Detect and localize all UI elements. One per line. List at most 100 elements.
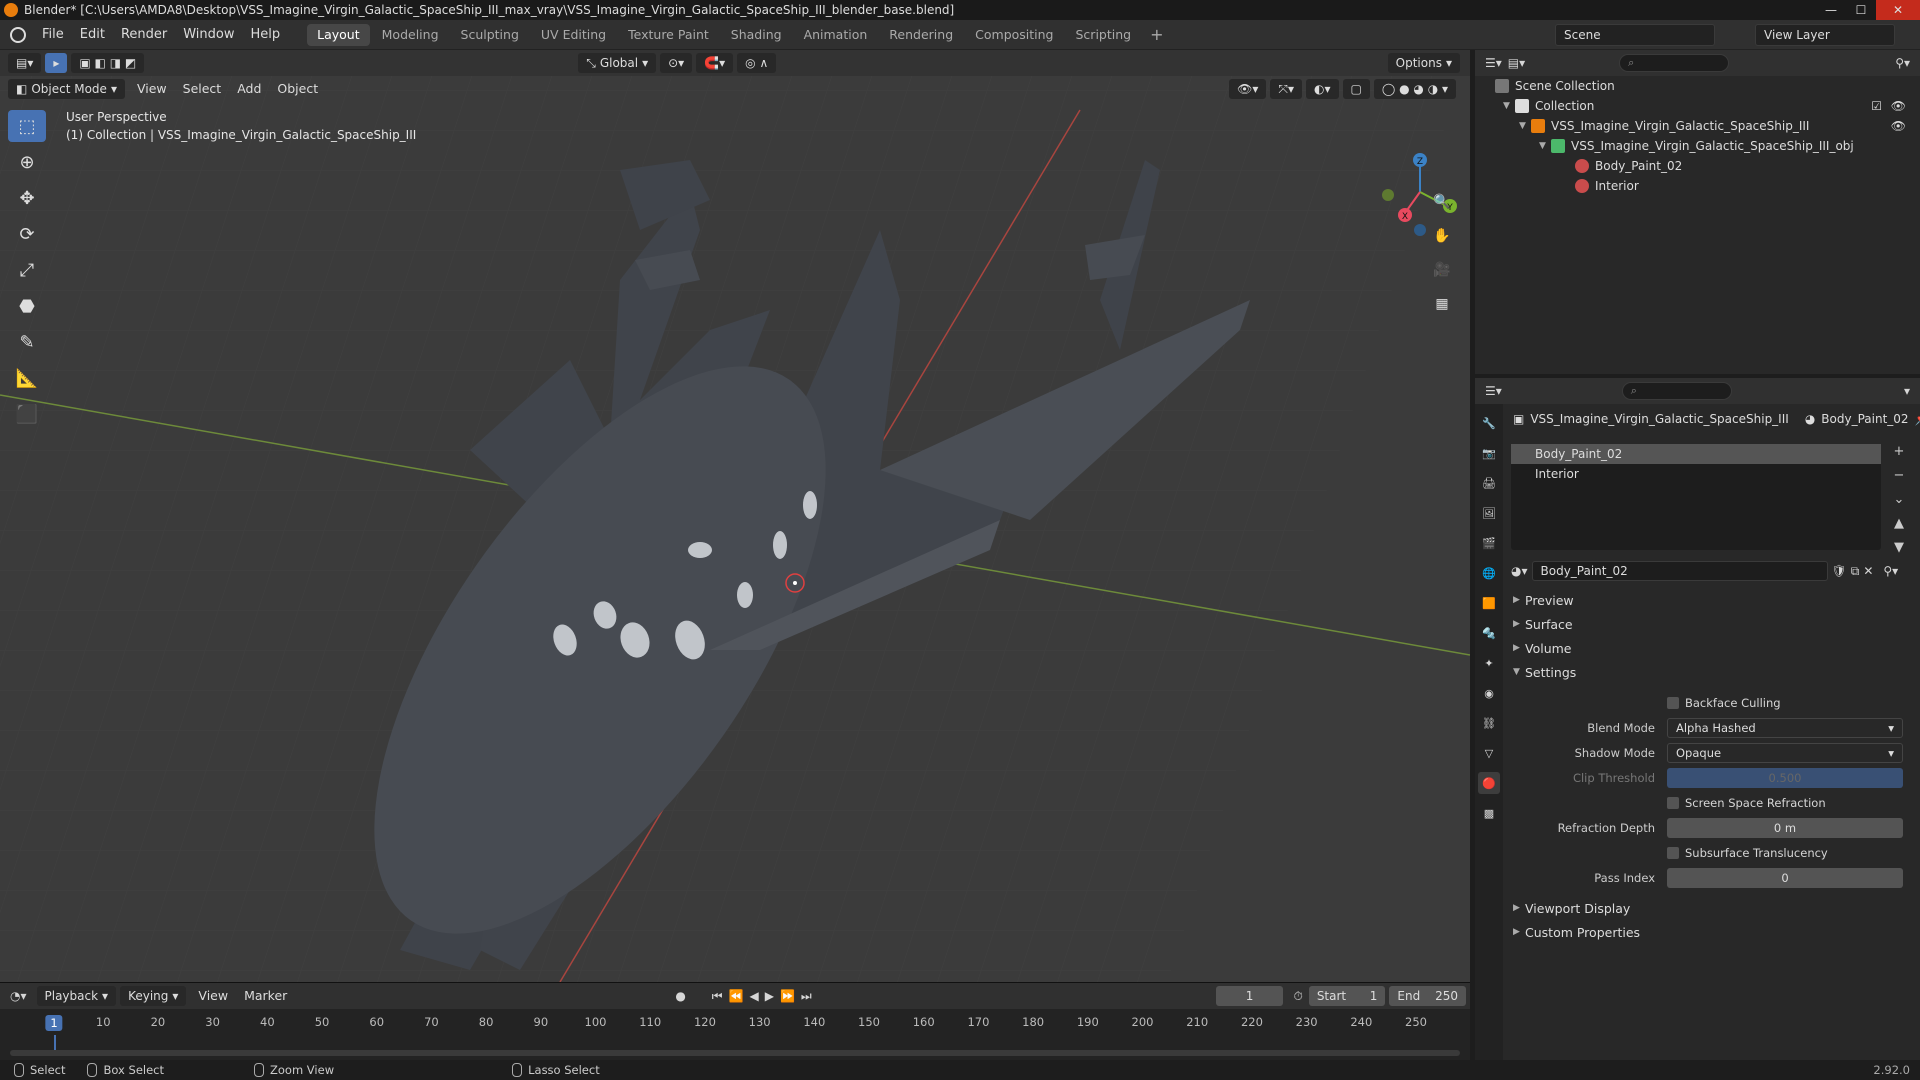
- add-slot-button[interactable]: +: [1889, 444, 1909, 464]
- fake-user-icon[interactable]: 🛡: [1832, 564, 1847, 578]
- clock-icon[interactable]: ⏱: [1293, 989, 1302, 1004]
- tab-uv-editing[interactable]: UV Editing: [531, 24, 616, 46]
- cursor-tool-icon[interactable]: ⊕: [8, 146, 46, 178]
- collection-visibility-icon[interactable]: 👁: [1891, 99, 1906, 113]
- tab-sculpting[interactable]: Sculpting: [451, 24, 529, 46]
- material-slot-item[interactable]: Body_Paint_02: [1511, 444, 1881, 464]
- object-tab-icon[interactable]: 🟧: [1478, 592, 1500, 614]
- shading-mode-icons[interactable]: ◯ ● ◕ ◑ ▾: [1373, 79, 1456, 99]
- viewport-menu-add[interactable]: Add: [229, 76, 269, 102]
- ssr-checkbox[interactable]: [1667, 796, 1679, 809]
- properties-search-input[interactable]: ⌕: [1621, 382, 1732, 400]
- move-slot-up-button[interactable]: ▲: [1889, 516, 1909, 536]
- timeline-ruler[interactable]: 1 10 20 30 40 50 60 70 80 90 100 110 120 130 140 150 16…: [0, 1015, 1470, 1035]
- scene-selector[interactable]: Scene: [1555, 24, 1715, 46]
- remove-slot-button[interactable]: −: [1889, 468, 1909, 488]
- outliner-item-material-body[interactable]: Body_Paint_02: [1475, 156, 1920, 176]
- visibility-icon[interactable]: 👁▾: [1229, 79, 1267, 99]
- texture-tab-icon[interactable]: ▩: [1478, 802, 1500, 824]
- timeline-editor-type-icon[interactable]: ◔▾: [10, 989, 27, 1003]
- playback-controls[interactable]: ⏮⏪◀▶⏩⏭: [712, 989, 818, 1004]
- move-tool-icon[interactable]: ✥: [8, 182, 46, 214]
- backface-culling-checkbox[interactable]: [1667, 696, 1679, 709]
- panel-custom-properties[interactable]: ▶ Custom Properties: [1505, 920, 1920, 944]
- unlink-material-icon[interactable]: ✕: [1863, 564, 1873, 578]
- physics-tab-icon[interactable]: ◉: [1478, 682, 1500, 704]
- world-tab-icon[interactable]: 🌐: [1478, 562, 1500, 584]
- pan-hand-icon[interactable]: ✋: [1430, 224, 1454, 248]
- gizmo-toggle-icon[interactable]: ⤧▾: [1270, 79, 1303, 99]
- move-slot-down-button[interactable]: ▼: [1889, 540, 1909, 560]
- maximize-button[interactable]: ☐: [1846, 0, 1876, 20]
- refraction-depth-field[interactable]: 0 m: [1667, 817, 1903, 838]
- menu-help[interactable]: Help: [243, 20, 289, 50]
- panel-surface[interactable]: ▶ Surface: [1505, 612, 1920, 636]
- output-tab-icon[interactable]: 🖨: [1478, 472, 1500, 494]
- properties-options-icon[interactable]: ▾: [1904, 384, 1910, 398]
- tab-layout[interactable]: Layout: [307, 23, 370, 46]
- outliner-search-input[interactable]: ⌕: [1619, 54, 1730, 72]
- minimize-button[interactable]: —: [1816, 0, 1846, 20]
- panel-viewport-display[interactable]: ▶ Viewport Display: [1505, 896, 1920, 920]
- camera-view-icon[interactable]: 🎥: [1430, 258, 1454, 282]
- tab-animation[interactable]: Animation: [794, 24, 878, 46]
- outliner-editor-type-icon[interactable]: ☰▾: [1485, 56, 1502, 70]
- scale-tool-icon[interactable]: ⤢: [8, 254, 46, 286]
- render-tab-icon[interactable]: 📷: [1478, 442, 1500, 464]
- transform-tool-icon[interactable]: ⬣: [8, 290, 46, 322]
- outliner-item-object[interactable]: ▼ VSS_Imagine_Virgin_Galactic_SpaceShip_…: [1475, 116, 1920, 136]
- menu-file[interactable]: File: [34, 20, 72, 50]
- close-window-button[interactable]: ✕: [1876, 0, 1920, 20]
- tab-scripting[interactable]: Scripting: [1066, 24, 1142, 46]
- pass-index-field[interactable]: 0: [1667, 867, 1903, 888]
- timeline-menu-marker[interactable]: Marker: [236, 983, 295, 1009]
- panel-settings[interactable]: ▼ Settings: [1505, 660, 1920, 684]
- material-name-field[interactable]: Body_Paint_02: [1531, 561, 1828, 581]
- viewport-menu-object[interactable]: Object: [269, 76, 326, 102]
- browse-material-icon[interactable]: ◕▾: [1511, 564, 1528, 578]
- collection-checkbox-icon[interactable]: ☑: [1871, 99, 1882, 113]
- overlays-icon[interactable]: ◐▾: [1306, 79, 1339, 99]
- constraints-tab-icon[interactable]: ⛓: [1478, 712, 1500, 734]
- expand-arrow-icon[interactable]: ▼: [1519, 121, 1531, 131]
- auto-keying-icon[interactable]: ●: [675, 989, 685, 1003]
- snapping-icon[interactable]: 🧲▾: [696, 53, 734, 73]
- panel-preview[interactable]: ▶ Preview: [1505, 588, 1920, 612]
- tool-tab-icon[interactable]: 🔧: [1478, 412, 1500, 434]
- pin-icon[interactable]: 📌: [1915, 412, 1920, 426]
- filter-icon[interactable]: ⚲▾: [1895, 56, 1910, 70]
- tab-modeling[interactable]: Modeling: [372, 24, 449, 46]
- perspective-toggle-icon[interactable]: ▦: [1430, 292, 1454, 316]
- shadow-mode-dropdown[interactable]: Opaque ▾: [1667, 742, 1903, 763]
- particles-tab-icon[interactable]: ✦: [1478, 652, 1500, 674]
- duplicate-material-icon[interactable]: ⧉: [1851, 564, 1860, 579]
- outliner-scene-collection[interactable]: Scene Collection: [1475, 76, 1920, 96]
- keying-dropdown[interactable]: Keying ▾: [120, 986, 187, 1006]
- material-link-icon[interactable]: ⚲▾: [1883, 564, 1898, 578]
- clip-threshold-slider[interactable]: 0.500: [1667, 767, 1903, 788]
- timeline-menu-view[interactable]: View: [190, 983, 236, 1009]
- menu-render[interactable]: Render: [113, 20, 175, 50]
- add-workspace-icon[interactable]: +: [1142, 25, 1171, 44]
- subsurface-checkbox[interactable]: [1667, 846, 1679, 859]
- viewport-menu-select[interactable]: Select: [175, 76, 230, 102]
- timeline-scrollbar[interactable]: [10, 1050, 1460, 1056]
- expand-arrow-icon[interactable]: ▼: [1539, 141, 1551, 151]
- 3d-viewport[interactable]: Z Y X ▤▾ ▸ ▣ ◧ ◨ ◩ ⤡ Global ▾ ⊙▾ 🧲▾ ◎ ∧ …: [0, 50, 1470, 982]
- view-layer-selector[interactable]: View Layer: [1755, 24, 1895, 46]
- object-visibility-icon[interactable]: 👁: [1891, 119, 1906, 133]
- current-frame-field[interactable]: 1: [1215, 986, 1284, 1006]
- tab-compositing[interactable]: Compositing: [965, 24, 1063, 46]
- select-box-tool-icon[interactable]: ⬚: [8, 110, 46, 142]
- end-frame-field[interactable]: End 250: [1389, 986, 1466, 1006]
- playback-dropdown[interactable]: Playback ▾: [36, 986, 117, 1006]
- outliner-item-material-interior[interactable]: Interior: [1475, 176, 1920, 196]
- blender-logo-icon[interactable]: [10, 26, 26, 43]
- material-tab-icon[interactable]: 🔴: [1478, 772, 1500, 794]
- proportional-editing-icon[interactable]: ◎ ∧: [737, 53, 777, 73]
- properties-editor-type-icon[interactable]: ☰▾: [1485, 384, 1502, 398]
- menu-edit[interactable]: Edit: [72, 20, 113, 50]
- transform-orientation-dropdown[interactable]: ⤡ Global ▾: [578, 53, 657, 73]
- blend-mode-dropdown[interactable]: Alpha Hashed ▾: [1667, 717, 1903, 738]
- options-dropdown[interactable]: Options ▾: [1387, 53, 1460, 73]
